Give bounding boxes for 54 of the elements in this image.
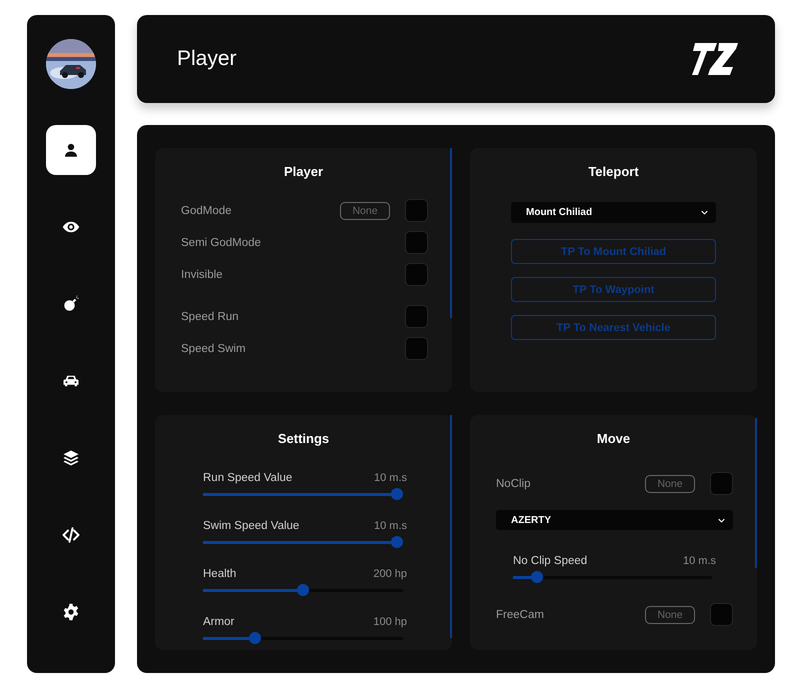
section-title: Settings	[276, 431, 330, 446]
nav-button[interactable]	[46, 125, 96, 175]
scrollbar[interactable]	[450, 148, 452, 318]
scrollbar[interactable]	[755, 418, 757, 568]
chevron-down-icon	[701, 210, 708, 215]
option-label: Semi GodMode	[181, 236, 262, 248]
scrollbar[interactable]	[450, 415, 452, 638]
slider-value: 10 m.s	[682, 555, 716, 567]
slider-label: Health	[203, 568, 236, 580]
option-label: Speed Swim	[181, 342, 247, 354]
toggle-box[interactable]	[405, 199, 428, 222]
option-label: NoClip	[496, 478, 532, 490]
toggle-box[interactable]	[405, 231, 428, 254]
slider-value: 10 m.s	[374, 520, 407, 532]
option-label: FreeCam	[496, 608, 545, 620]
slider-label: Swim Speed Value	[203, 520, 300, 532]
slider-value: 200 hp	[373, 568, 407, 580]
teleport-button[interactable]: TP To Nearest Vehicle	[511, 315, 716, 340]
toggle-box[interactable]	[405, 305, 428, 328]
section-title: Move	[596, 431, 632, 446]
page-title: Player	[177, 47, 237, 71]
logo-icon	[691, 41, 739, 77]
layers-icon	[62, 449, 80, 467]
toggle-box[interactable]	[710, 472, 733, 495]
section-title: Player	[282, 164, 324, 179]
keybind-button[interactable]: None	[645, 474, 695, 492]
slider-label: No Clip Speed	[513, 555, 588, 567]
section-title: Teleport	[587, 164, 640, 179]
option-label: GodMode	[181, 204, 233, 216]
option-label: Speed Run	[181, 310, 240, 322]
slider-thumb[interactable]	[249, 632, 261, 644]
slider-thumb[interactable]	[297, 584, 309, 596]
code-icon	[62, 526, 80, 544]
bomb-icon	[62, 295, 80, 313]
keybind-button[interactable]: None	[340, 202, 390, 220]
toggle-box[interactable]	[405, 337, 428, 360]
slider-value: 100 hp	[373, 616, 407, 628]
slider-value: 10 m.s	[374, 472, 407, 484]
settings-icon	[62, 603, 80, 621]
teleport-button[interactable]: TP To Mount Chiliad	[511, 239, 716, 264]
location-dropdown[interactable]: Mount Chiliad	[511, 202, 716, 223]
slider-thumb[interactable]	[391, 536, 403, 548]
keybind-button[interactable]: None	[645, 606, 695, 624]
user-icon	[62, 141, 80, 159]
layout-dropdown[interactable]: AZERTY	[496, 510, 733, 530]
slider-thumb[interactable]	[530, 571, 543, 583]
toggle-box[interactable]	[405, 263, 428, 286]
slider-thumb[interactable]	[391, 488, 403, 500]
option-label: Invisible	[181, 268, 224, 280]
slider-label: Armor	[203, 616, 234, 628]
chevron-down-icon	[718, 518, 725, 522]
teleport-button[interactable]: TP To Waypoint	[511, 277, 716, 302]
toggle-box[interactable]	[710, 603, 733, 626]
slider-label: Run Speed Value	[203, 472, 292, 484]
